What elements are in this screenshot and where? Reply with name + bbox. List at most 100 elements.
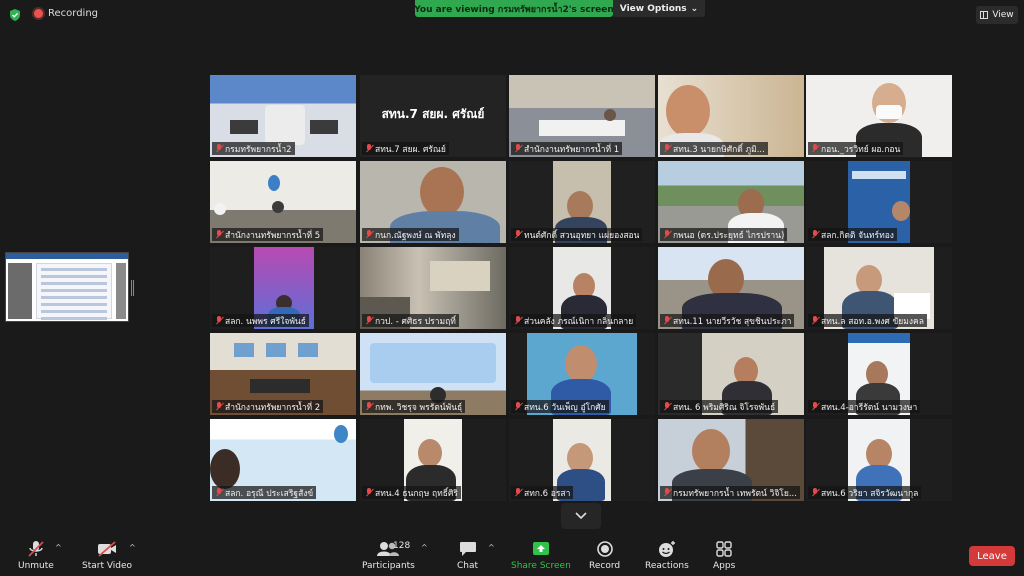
reactions-label: Reactions: [645, 561, 689, 571]
share-screen-icon: [532, 542, 549, 555]
chat-button[interactable]: Chat: [457, 540, 478, 571]
video-tile[interactable]: ส่วนคลัง ภรณ์เนิกา กลิ่นกลาย: [509, 247, 655, 329]
muted-mic-icon: [215, 230, 223, 239]
collapse-gallery-button[interactable]: [561, 503, 601, 529]
unmute-button[interactable]: Unmute: [18, 540, 54, 571]
start-video-label: Start Video: [82, 561, 133, 571]
video-tile[interactable]: สลก. นพพร ศรีใจพันธ์: [210, 247, 356, 329]
participant-name-plate: กรมทรัพยากรน้ำ2: [212, 142, 295, 155]
participant-name: สทน.ล สอท.อ.พงศ ขัยมงคล: [821, 316, 924, 327]
unmute-label: Unmute: [18, 561, 54, 571]
video-tile[interactable]: สำนักงานทรัพยากรน้ำที่ 2: [210, 333, 356, 415]
participant-name: สทน.6 วันเพ็ญ อู๋โกศัย: [524, 402, 606, 413]
video-tile[interactable]: สทน.6 วันเพ็ญ อู๋โกศัย: [509, 333, 655, 415]
apps-label: Apps: [713, 561, 736, 571]
video-tile[interactable]: กรมทรัพยากรน้ำ เทพรัตน์ วิจิโย...: [658, 419, 804, 501]
video-tile[interactable]: สทน.4 ธนกฤษ ฤทธิ์ศิริ: [360, 419, 506, 501]
video-tile[interactable]: สทน.3 นายกษิศักดิ์ ภูมิ...: [658, 75, 804, 157]
reactions-icon: [658, 541, 675, 557]
video-tile[interactable]: กทพ. วิชรุจ พรรัตน์พันธุ์: [360, 333, 506, 415]
participant-name: กรมทรัพยากรน้ำ2: [225, 144, 292, 155]
muted-mic-icon: [811, 230, 819, 239]
record-button[interactable]: Record: [589, 540, 620, 571]
chat-options-caret[interactable]: ^: [488, 543, 495, 552]
video-tile[interactable]: กพนอ (ดร.ประยุทธ์ ไกรปราน): [658, 161, 804, 243]
chevron-down-icon: ⌄: [690, 3, 699, 14]
muted-microphone-icon: [28, 541, 44, 557]
resize-handle[interactable]: [131, 280, 134, 296]
chat-label: Chat: [457, 561, 479, 571]
participants-options-caret[interactable]: ^: [421, 543, 428, 552]
participant-name: สำนักงานทรัพยากรน้ำที่ 5: [225, 230, 321, 241]
video-tile[interactable]: สทน.4-อารีรัตน์ นามวงษา: [806, 333, 952, 415]
share-screen-label: Share Screen: [511, 561, 571, 571]
participant-name: สทน.4-อารีรัตน์ นามวงษา: [821, 402, 918, 413]
video-tile[interactable]: สทน.7 สยผ. ศรัณย์ สทน.7 สยผ. ศรัณย์: [360, 75, 506, 157]
apps-icon: [716, 541, 732, 557]
shared-screen-thumbnail[interactable]: [5, 252, 129, 322]
video-tile[interactable]: สลก. อรุณี ประเสริฐสังข์: [210, 419, 356, 501]
muted-mic-icon: [663, 488, 671, 497]
video-off-icon: [98, 541, 117, 557]
participant-name: สลก. นพพร ศรีใจพันธ์: [225, 316, 306, 327]
recording-indicator[interactable]: Recording: [34, 8, 98, 19]
participant-name: สลก.กิตติ จันทร์ทอง: [821, 230, 894, 241]
participant-name-plate: กอน._วรวิทย์ ผอ.กอน: [808, 142, 904, 155]
view-options-button[interactable]: View Options ⌄: [613, 0, 705, 17]
reactions-button[interactable]: Reactions: [645, 540, 689, 571]
video-tile[interactable]: สลก.กิตติ จันทร์ทอง: [806, 161, 952, 243]
participant-name: สทน.4 ธนกฤษ ฤทธิ์ศิริ: [375, 488, 458, 499]
video-tile[interactable]: สทก.6 อรสา: [509, 419, 655, 501]
view-button[interactable]: View: [976, 6, 1018, 24]
video-tile[interactable]: กนก.ณัฐพงษ์ ณ พัทลุง: [360, 161, 506, 243]
participant-name-plate: สทน.11 นายวีรวัช สุขชินประภา: [660, 314, 795, 327]
muted-mic-icon: [365, 316, 373, 325]
participant-name-plate: ส่วนคลัง ภรณ์เนิกา กลิ่นกลาย: [511, 314, 637, 327]
participant-name-plate: สทน.4-อารีรัตน์ นามวงษา: [808, 400, 921, 413]
record-icon: [596, 541, 613, 557]
apps-button[interactable]: Apps: [713, 540, 735, 571]
participant-name-plate: สลก. อรุณี ประเสริฐสังข์: [212, 486, 317, 499]
video-tile[interactable]: กวป. - ศศิธร ปรามฤทิ์: [360, 247, 506, 329]
participant-name: สทน.3 นายกษิศักดิ์ ภูมิ...: [673, 144, 765, 155]
participant-name-plate: ทนต์ศักดิ์ สวนอุทยา แผ่ยองสอน: [511, 228, 643, 241]
start-video-button[interactable]: Start Video: [82, 540, 132, 571]
muted-mic-icon: [663, 402, 671, 411]
record-dot-icon: [34, 9, 43, 18]
video-tile[interactable]: กอน._วรวิทย์ ผอ.กอน: [806, 75, 952, 157]
leave-button[interactable]: Leave: [969, 546, 1015, 566]
muted-mic-icon: [514, 488, 522, 497]
participant-name-plate: สำนักงานทรัพยากรน้ำที่ 1: [511, 142, 623, 155]
record-label: Record: [589, 561, 621, 571]
participant-name-plate: กทพ. วิชรุจ พรรัตน์พันธุ์: [362, 400, 466, 413]
participant-name: สทก.6 อรสา: [524, 488, 571, 499]
participant-name-plate: สทน.6 วริยา สจิรวัฒนากุล: [808, 486, 922, 499]
video-tile[interactable]: สทน.6 วริยา สจิรวัฒนากุล: [806, 419, 952, 501]
muted-mic-icon: [811, 488, 819, 497]
video-tile[interactable]: สทน.ล สอท.อ.พงศ ขัยมงคล: [806, 247, 952, 329]
muted-mic-icon: [663, 316, 671, 325]
shield-icon[interactable]: [8, 8, 22, 22]
participant-name-plate: สำนักงานทรัพยากรน้ำที่ 5: [212, 228, 324, 241]
audio-options-caret[interactable]: ^: [55, 543, 62, 552]
participants-label: Participants: [362, 561, 415, 571]
video-options-caret[interactable]: ^: [129, 543, 136, 552]
video-tile[interactable]: กรมทรัพยากรน้ำ2: [210, 75, 356, 157]
participant-name: สทน. 6 พริมศิริณ จิโรจพันธ์: [673, 402, 776, 413]
participant-name-plate: สทน.3 นายกษิศักดิ์ ภูมิ...: [660, 142, 768, 155]
video-tile[interactable]: สทน. 6 พริมศิริณ จิโรจพันธ์: [658, 333, 804, 415]
participant-name: กรมทรัพยากรน้ำ เทพรัตน์ วิจิโย...: [673, 488, 797, 499]
view-label: View: [992, 10, 1014, 20]
video-tile[interactable]: สำนักงานทรัพยากรน้ำที่ 5: [210, 161, 356, 243]
layout-icon: [980, 11, 989, 19]
video-tile[interactable]: สำนักงานทรัพยากรน้ำที่ 1: [509, 75, 655, 157]
video-tile[interactable]: สทน.11 นายวีรวัช สุขชินประภา: [658, 247, 804, 329]
participant-name: สำนักงานทรัพยากรน้ำที่ 1: [524, 144, 620, 155]
share-screen-button[interactable]: Share Screen: [511, 540, 571, 571]
participant-name-plate: กนก.ณัฐพงษ์ ณ พัทลุง: [362, 228, 459, 241]
muted-mic-icon: [365, 144, 373, 153]
participant-name: สลก. อรุณี ประเสริฐสังข์: [225, 488, 314, 499]
muted-mic-icon: [811, 144, 819, 153]
muted-mic-icon: [514, 144, 522, 153]
video-tile[interactable]: ทนต์ศักดิ์ สวนอุทยา แผ่ยองสอน: [509, 161, 655, 243]
